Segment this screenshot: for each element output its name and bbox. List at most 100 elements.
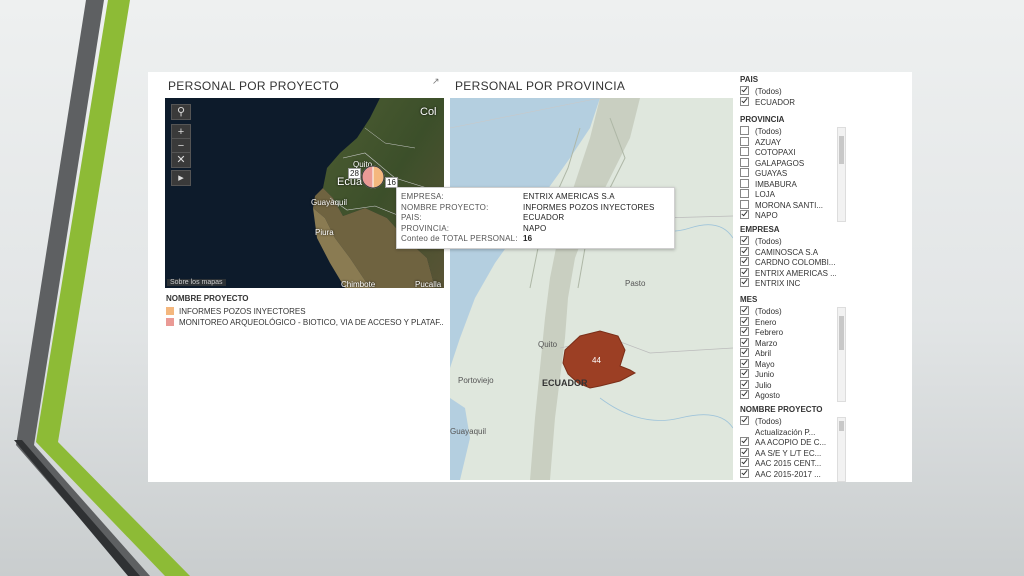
map-toolbar-expand-button[interactable]: ▸ (171, 170, 191, 186)
filter-option[interactable]: AA ACOPIO DE C... (740, 437, 836, 448)
play-icon: ▸ (178, 172, 184, 184)
filter-option[interactable]: Febrero (740, 327, 836, 338)
filter-option[interactable]: Julio (740, 379, 836, 391)
checkbox[interactable] (740, 86, 749, 95)
checkbox[interactable] (740, 327, 749, 336)
filter-option[interactable]: (Todos) (740, 416, 836, 427)
tooltip-row: NOMBRE PROYECTO: INFORMES POZOS INYECTORE… (401, 203, 655, 213)
external-link-icon[interactable]: ↗ (432, 76, 440, 87)
map-search-button[interactable]: ⚲ (171, 104, 191, 120)
scrollbar[interactable] (837, 127, 846, 222)
filter-option-label: Actualización P... (755, 427, 816, 437)
filter-option[interactable]: NAPO (740, 210, 836, 221)
checkbox[interactable] (740, 147, 749, 156)
checkbox[interactable] (740, 210, 749, 219)
terrain-map[interactable]: Pasto Quito ECUADOR Portoviejo Guayaquil… (450, 98, 733, 480)
scrollbar[interactable] (837, 417, 846, 482)
checkbox[interactable] (740, 178, 749, 188)
filter-title: NOMBRE PROYECTO (740, 405, 823, 414)
legend-item[interactable]: MONITOREO ARQUEOLÓGICO - BIOTICO, VIA DE… (166, 317, 446, 328)
checkbox[interactable] (740, 447, 749, 457)
scrollbar[interactable] (837, 307, 846, 402)
filter-option-label: CAMINOSCA S.A (755, 247, 819, 257)
filter-option[interactable]: GUAYAS (740, 168, 836, 179)
scrollbar-thumb[interactable] (839, 136, 844, 164)
filter-option-label: GUAYAS (755, 169, 788, 178)
scrollbar-thumb[interactable] (839, 421, 844, 431)
filter-option[interactable]: ECUADOR (740, 96, 836, 108)
filter-option[interactable]: MORONA SANTI... (740, 199, 836, 211)
filter-mes: MES (Todos) Enero Febrero Marzo Abril Ma… (740, 294, 846, 402)
filter-option-label: AZUAY (755, 137, 782, 147)
filter-option[interactable]: (Todos) (740, 126, 836, 137)
checkbox[interactable] (740, 437, 749, 446)
filter-option[interactable]: IMBABURA (740, 178, 836, 190)
filter-option-label: Marzo (755, 338, 778, 348)
filter-option[interactable]: (Todos) (740, 86, 836, 97)
checkbox[interactable] (740, 379, 749, 389)
pie-bubble[interactable] (361, 165, 385, 189)
filter-option[interactable]: AAC 2015 CENT... (740, 458, 836, 469)
filter-option[interactable]: CARDNO COLOMBI... (740, 257, 836, 268)
filter-option[interactable]: Junio (740, 369, 836, 380)
legend-item-label: MONITOREO ARQUEOLÓGICO - BIOTICO, VIA DE… (179, 318, 444, 327)
checkbox[interactable] (740, 199, 749, 209)
filter-option[interactable]: GALAPAGOS (740, 157, 836, 169)
checkbox[interactable] (740, 416, 749, 425)
checkbox[interactable] (740, 126, 749, 135)
filter-option-label: Junio (755, 370, 775, 379)
filter-option[interactable]: Agosto (740, 390, 836, 401)
filter-option[interactable]: Abril (740, 348, 836, 359)
checkbox[interactable] (740, 168, 749, 177)
checkbox[interactable] (740, 458, 749, 467)
filter-option[interactable]: AA S/E Y L/T EC... (740, 447, 836, 459)
filter-option[interactable]: CAMINOSCA S.A (740, 246, 836, 258)
checkbox[interactable] (740, 278, 749, 287)
filter-option[interactable]: ENTRIX AMERICAS ... (740, 267, 836, 279)
tooltip-row: EMPRESA: ENTRIX AMERICAS S.A (401, 192, 615, 202)
filter-option-label: CARDNO COLOMBI... (755, 258, 836, 267)
filter-option[interactable]: AZUAY (740, 136, 836, 148)
search-icon: ⚲ (176, 106, 186, 118)
checkbox[interactable] (740, 316, 749, 326)
checkbox[interactable] (740, 267, 749, 277)
map-label-portoviejo: Portoviejo (458, 376, 494, 385)
pin-map-button[interactable]: ✕ (171, 152, 191, 168)
filter-option[interactable]: Marzo (740, 337, 836, 349)
checkbox[interactable] (740, 246, 749, 256)
filter-option[interactable]: AAC 2015-2017 ... (740, 468, 836, 480)
filter-option[interactable]: Actualización P... (740, 426, 836, 438)
filter-option[interactable]: Mayo (740, 358, 836, 370)
map-label-guayaquil: Guayaquil (311, 198, 348, 207)
checkbox[interactable] (740, 348, 749, 357)
checkbox[interactable] (740, 189, 749, 198)
checkbox[interactable] (740, 390, 749, 399)
checkbox[interactable] (740, 306, 749, 315)
legend-swatch (166, 307, 174, 315)
filter-option[interactable]: (Todos) (740, 306, 836, 317)
map-attribution[interactable]: Sobre los mapas (167, 279, 226, 286)
filter-option-label: (Todos) (755, 127, 782, 136)
tooltip-row: Conteo de TOTAL PERSONAL: 16 (401, 234, 532, 244)
checkbox[interactable] (740, 426, 749, 436)
checkbox[interactable] (740, 96, 749, 106)
filter-option[interactable]: (Todos) (740, 236, 836, 247)
checkbox[interactable] (740, 136, 749, 146)
checkbox[interactable] (740, 337, 749, 347)
checkbox[interactable] (740, 358, 749, 368)
filter-option[interactable]: LOJA (740, 189, 836, 200)
legend-item[interactable]: INFORMES POZOS INYECTORES (166, 306, 446, 317)
checkbox[interactable] (740, 369, 749, 378)
filter-option[interactable]: COTOPAXI (740, 147, 836, 158)
filter-option[interactable]: Enero (740, 316, 836, 328)
checkbox[interactable] (740, 257, 749, 266)
filter-option[interactable]: ENTRIX INC (740, 278, 836, 289)
scrollbar-thumb[interactable] (839, 316, 844, 350)
checkbox[interactable] (740, 236, 749, 245)
checkbox[interactable] (740, 157, 749, 167)
tooltip-value: 16 (523, 234, 533, 243)
filter-option-label: MORONA SANTI... (755, 200, 824, 210)
checkbox[interactable] (740, 468, 749, 478)
tooltip-key: Conteo de TOTAL PERSONAL: (401, 234, 518, 243)
map-label-pasto: Pasto (625, 279, 646, 288)
